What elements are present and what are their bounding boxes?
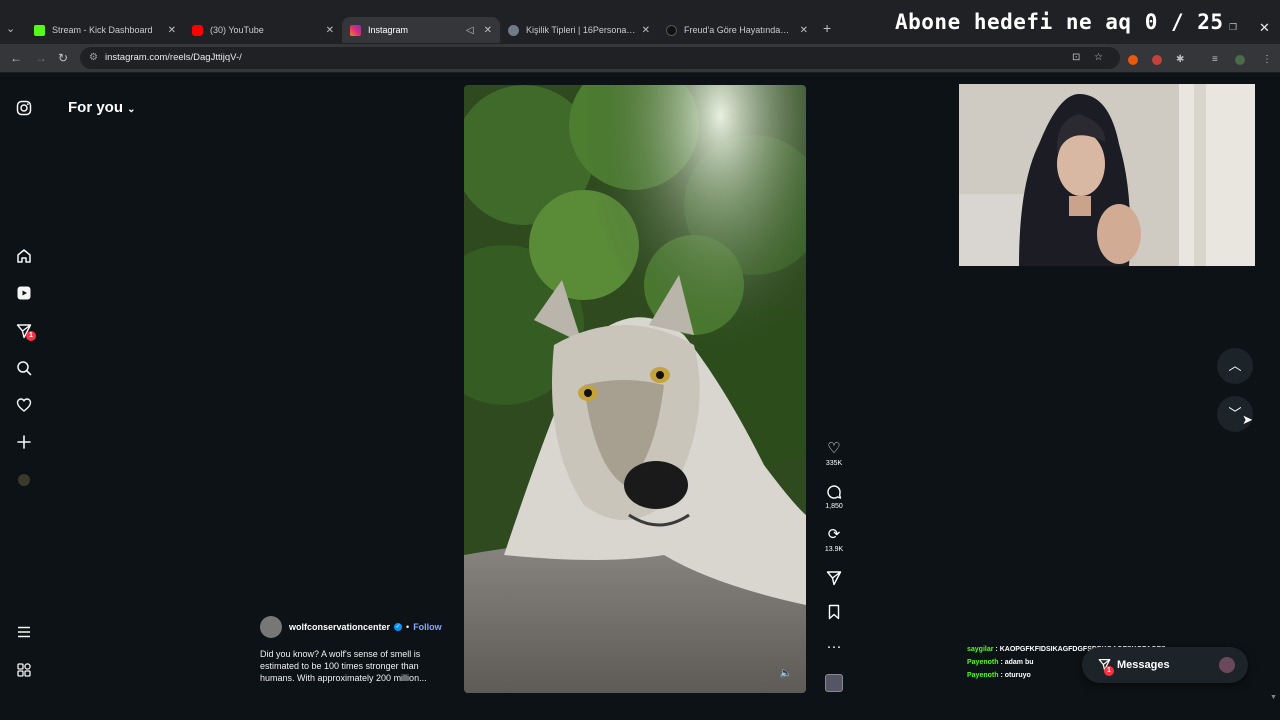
wolf-video-frame [464, 85, 806, 693]
back-arrow-icon[interactable]: ← [10, 51, 22, 65]
previous-reel-button[interactable]: ︿ [1217, 348, 1253, 384]
url-text[interactable]: instagram.com/reels/DagJttijqV-/ [105, 52, 242, 63]
chat-username: saygilar [967, 646, 994, 653]
more-options-button[interactable]: ··· [820, 639, 848, 655]
bookmark-icon [828, 604, 840, 620]
install-app-icon[interactable]: ⊡ [1072, 52, 1080, 63]
tab-youtube[interactable]: (30) YouTube ✕ [184, 17, 342, 43]
search-icon[interactable] [16, 360, 32, 376]
close-tab-icon[interactable]: ✕ [642, 25, 650, 36]
tab-freud-article[interactable]: Freud'a Göre Hayatındaki Eksik... ✕ [658, 17, 816, 43]
16personalities-favicon-icon [508, 24, 519, 36]
chat-text: adam bu [1004, 659, 1034, 666]
instagram-logo-icon[interactable] [16, 100, 32, 116]
bookmark-star-icon[interactable]: ☆ [1094, 52, 1103, 63]
forward-arrow-icon[interactable]: → [35, 51, 47, 65]
more-dots-icon: ··· [826, 638, 842, 655]
tab-label: Freud'a Göre Hayatındaki Eksik... [684, 25, 794, 35]
youtube-favicon-icon [192, 24, 203, 36]
chevron-down-icon: ﹀ [1228, 406, 1242, 421]
browser-tab-bar: ⌄ Stream - Kick Dashboard ✕ (30) YouTube… [0, 0, 1280, 44]
close-tab-icon[interactable]: ✕ [326, 25, 334, 36]
extensions-puzzle-icon[interactable]: ✱ [1176, 54, 1184, 65]
plus-icon[interactable] [16, 434, 32, 450]
audio-thumbnail[interactable] [825, 674, 843, 692]
speaker-icon[interactable]: ◁ [466, 25, 474, 36]
new-tab-plus-icon[interactable]: + [823, 20, 831, 36]
messages-badge: 1 [1104, 666, 1114, 676]
reel-author: wolfconservationcenter ✓ • Follow [260, 616, 442, 638]
scroll-down-arrow-icon[interactable]: ▼ [1270, 694, 1277, 701]
comment-button[interactable]: 1,850 [820, 484, 848, 510]
tab-search-chevron-icon[interactable]: ⌄ [6, 22, 15, 35]
author-username[interactable]: wolfconservationcenter [289, 622, 390, 632]
reload-icon[interactable]: ↻ [58, 51, 68, 65]
heart-icon: ♡ [827, 440, 841, 457]
repost-count: 13.9K [824, 546, 844, 553]
verified-badge-icon: ✓ [394, 623, 403, 631]
site-info-icon[interactable]: ⚙ [89, 52, 98, 63]
mouse-cursor-icon: ➤ [1242, 412, 1253, 427]
window-restore-icon[interactable]: ❐ [1229, 22, 1237, 33]
grid-icon[interactable] [16, 662, 32, 678]
close-tab-icon[interactable]: ✕ [168, 25, 176, 36]
profile-avatar[interactable] [18, 474, 30, 486]
feed-selector[interactable]: For you ⌄ [68, 99, 136, 116]
tab-label: (30) YouTube [210, 25, 264, 35]
hamburger-icon[interactable] [16, 624, 32, 640]
kick-favicon-icon [34, 24, 45, 36]
comment-count: 1,850 [825, 503, 843, 510]
chevron-down-icon: ⌄ [127, 104, 136, 115]
reel-video[interactable]: 🔈 [464, 85, 806, 693]
messages-button[interactable]: 1 Messages [1082, 647, 1248, 683]
browser-toolbar: ← → ↻ ⚙ instagram.com/reels/DagJttijqV-/… [0, 44, 1280, 73]
streamer-webcam [959, 84, 1255, 266]
article-favicon-icon [666, 24, 677, 36]
tab-16personalities[interactable]: Kişilik Tipleri | 16Personalities ✕ [500, 17, 658, 43]
repost-icon: ⟳ [827, 526, 841, 543]
home-icon[interactable] [16, 248, 32, 264]
instagram-page: For you ⌄ 1 🔈 ♡ 335K 1,850 ⟳ 13.9K ··· w… [0, 74, 1280, 720]
reel-caption[interactable]: Did you know? A wolf's sense of smell is… [260, 648, 440, 684]
like-button[interactable]: ♡ 335K [820, 440, 848, 468]
browser-menu-icon[interactable]: ⋮ [1262, 54, 1272, 65]
address-bar[interactable]: ⚙ instagram.com/reels/DagJttijqV-/ ⊡ ☆ [80, 47, 1120, 69]
like-count: 335K [825, 460, 843, 467]
separator-dot: • [406, 622, 410, 632]
chat-text: oturuyo [1004, 672, 1031, 679]
heart-icon[interactable] [16, 397, 32, 413]
chevron-up-icon: ︿ [1228, 358, 1242, 373]
profile-avatar[interactable] [1235, 55, 1245, 65]
messages-label: Messages [1117, 659, 1170, 671]
chat-username: Payenoth [967, 659, 999, 666]
media-control-icon[interactable]: ≡ [1212, 54, 1218, 65]
repost-button[interactable]: ⟳ 13.9K [820, 526, 848, 554]
message-contact-avatar [1219, 657, 1235, 673]
author-avatar[interactable] [260, 616, 282, 638]
tab-label: Stream - Kick Dashboard [52, 25, 153, 35]
close-tab-icon[interactable]: ✕ [800, 25, 808, 36]
tab-label: Kişilik Tipleri | 16Personalities [526, 25, 636, 35]
close-tab-icon[interactable]: ✕ [484, 25, 492, 36]
instagram-favicon-icon [350, 24, 361, 36]
messages-badge: 1 [26, 331, 36, 341]
comment-bubble-icon [827, 485, 842, 499]
extension-orange-icon[interactable] [1128, 55, 1138, 65]
extension-red-icon[interactable] [1152, 55, 1162, 65]
chat-username: Payenoth [967, 672, 999, 679]
save-button[interactable] [820, 604, 848, 620]
follow-button[interactable]: Follow [413, 622, 442, 632]
webcam-frame [959, 84, 1255, 266]
feed-selector-label: For you [68, 99, 123, 116]
tab-kick-dashboard[interactable]: Stream - Kick Dashboard ✕ [26, 17, 184, 43]
reels-icon[interactable] [16, 285, 32, 301]
paper-plane-icon [826, 571, 842, 586]
stream-goal-overlay: Abone hedefi ne aq 0 / 25 [895, 10, 1224, 34]
tab-instagram[interactable]: Instagram ◁ ✕ [342, 17, 500, 43]
window-close-icon[interactable]: ✕ [1259, 20, 1270, 36]
volume-icon[interactable]: 🔈 [780, 668, 792, 679]
tab-label: Instagram [368, 25, 409, 35]
share-button[interactable] [820, 570, 848, 586]
